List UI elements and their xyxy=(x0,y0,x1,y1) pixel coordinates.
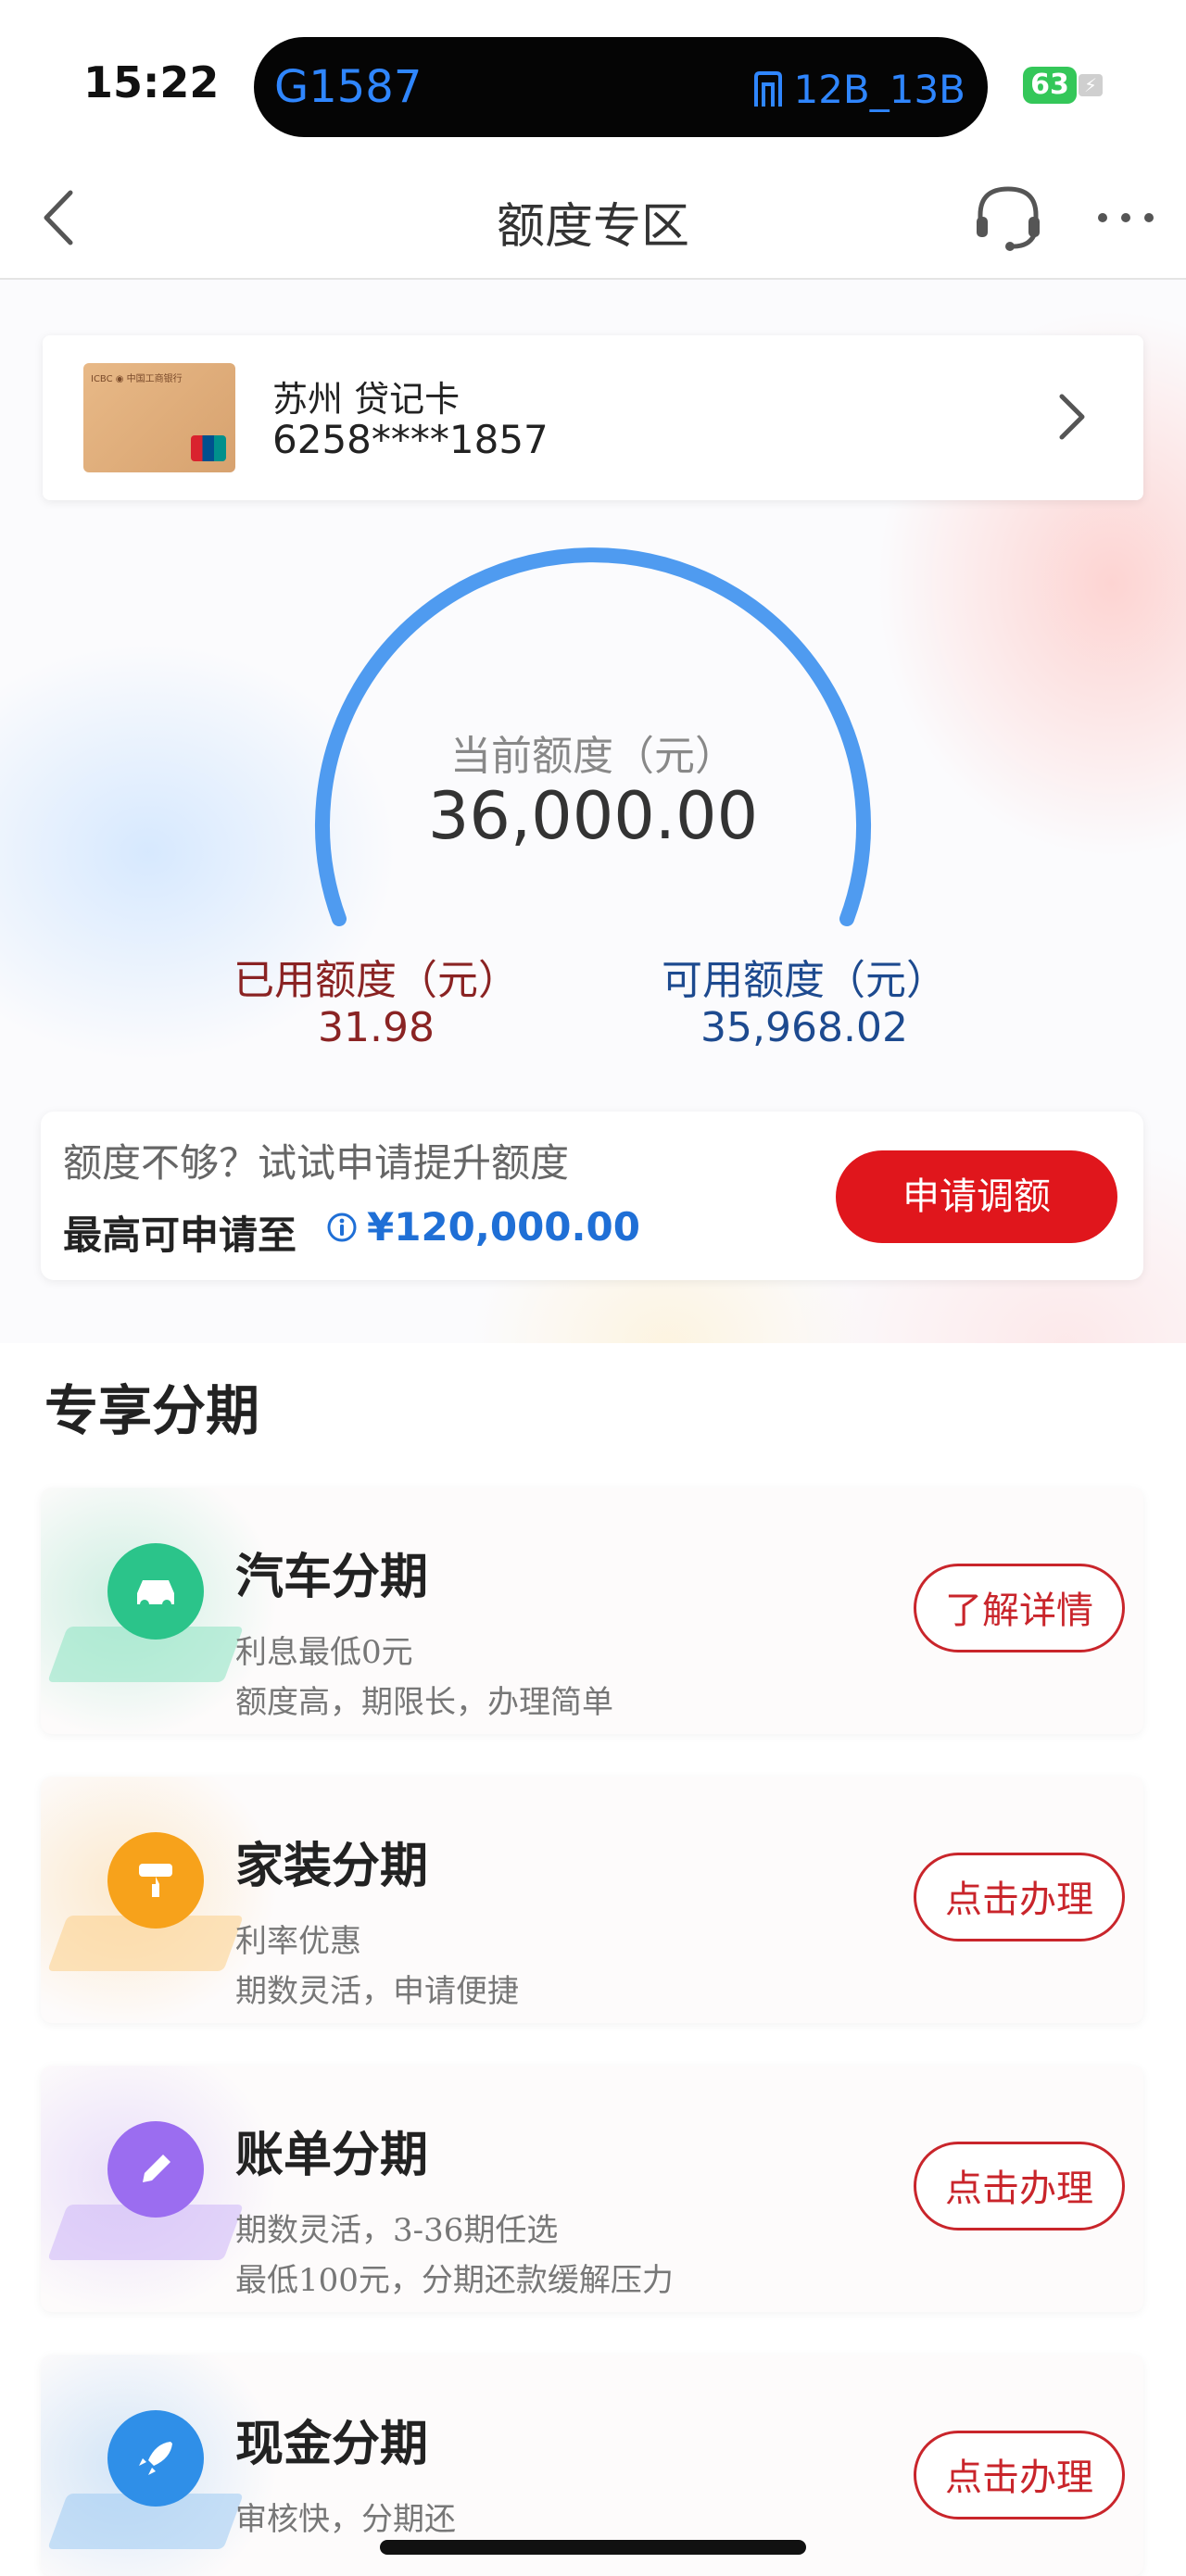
available-limit-label: 可用额度（元） xyxy=(662,957,947,1004)
installment-subtitle: 期数灵活，3-36期任选 xyxy=(235,2212,559,2249)
card-selector[interactable]: ICBC ◉ 中国工商银行 苏州 贷记卡 6258****1857 xyxy=(43,335,1143,500)
card-number: 6258****1857 xyxy=(272,417,549,462)
installment-title: 家装分期 xyxy=(235,1839,429,1894)
increase-hint: 额度不够？试试申请提升额度 xyxy=(63,1140,570,1186)
dynamic-island[interactable]: G1587 12B_13B xyxy=(254,37,988,137)
learn-more-button[interactable]: 了解详情 xyxy=(914,1564,1125,1652)
gate-text: 12B_13B xyxy=(793,67,965,112)
installment-description: 最低100元，分期还款缓解压力 xyxy=(235,2262,674,2299)
home-indicator[interactable] xyxy=(380,2540,806,2555)
card-name: 苏州 贷记卡 xyxy=(272,379,461,420)
section-title: 专享分期 xyxy=(44,1379,260,1442)
bank-logo: ICBC ◉ 中国工商银行 xyxy=(91,374,183,384)
installment-subtitle: 利率优惠 xyxy=(235,1923,361,1960)
installment-card-car[interactable]: 汽车分期 利息最低0元 额度高，期限长，办理简单 了解详情 xyxy=(41,1488,1143,1734)
rocket-icon xyxy=(107,2410,204,2507)
current-limit-label: 当前额度（元） xyxy=(450,733,736,780)
installment-title: 现金分期 xyxy=(235,2417,429,2472)
gate-icon xyxy=(754,70,783,107)
pencil-icon-badge xyxy=(47,2105,244,2290)
paint-roller-icon xyxy=(107,1832,204,1929)
installment-subtitle: 审核快，分期还 xyxy=(235,2501,456,2538)
info-icon[interactable] xyxy=(326,1212,358,1243)
apply-now-button[interactable]: 点击办理 xyxy=(914,2142,1125,2230)
pencil-icon xyxy=(107,2121,204,2218)
train-number: G1587 xyxy=(274,61,423,113)
gate-info: 12B_13B xyxy=(752,67,965,112)
installment-subtitle: 利息最低0元 xyxy=(235,1634,413,1671)
installment-card-bill[interactable]: 账单分期 期数灵活，3-36期任选 最低100元，分期还款缓解压力 点击办理 xyxy=(41,2066,1143,2312)
more-dots-icon[interactable] xyxy=(1093,204,1158,232)
rocket-icon-badge xyxy=(47,2394,244,2576)
car-icon-badge xyxy=(47,1527,244,1712)
installment-description: 期数灵活，申请便捷 xyxy=(235,1973,519,2010)
status-bar: 15:22 G1587 12B_13B 63 ⚡ xyxy=(0,0,1186,157)
nav-bar: 额度专区 xyxy=(0,157,1186,280)
limit-increase-panel: 额度不够？试试申请提升额度 最高可申请至 ¥120,000.00 申请调额 xyxy=(41,1112,1143,1280)
max-limit-value: ¥120,000.00 xyxy=(367,1204,640,1250)
max-limit-label: 最高可申请至 xyxy=(63,1213,297,1258)
unionpay-logo xyxy=(191,435,226,461)
installment-description: 额度高，期限长，办理简单 xyxy=(235,1684,613,1721)
customer-service-headset-icon[interactable] xyxy=(971,180,1045,254)
chevron-right-icon[interactable] xyxy=(1053,389,1090,445)
used-limit-label: 已用额度（元） xyxy=(233,957,519,1004)
installment-title: 汽车分期 xyxy=(235,1550,429,1605)
apply-now-button[interactable]: 点击办理 xyxy=(914,2431,1125,2519)
installment-card-home[interactable]: 家装分期 利率优惠 期数灵活，申请便捷 点击办理 xyxy=(41,1777,1143,2023)
available-limit-value: 35,968.02 xyxy=(700,1004,908,1051)
used-limit-value: 31.98 xyxy=(318,1004,435,1051)
charging-bolt-icon: ⚡ xyxy=(1079,74,1103,96)
card-image: ICBC ◉ 中国工商银行 xyxy=(83,363,235,472)
apply-now-button[interactable]: 点击办理 xyxy=(914,1853,1125,1941)
battery-level: 63 xyxy=(1023,67,1077,104)
current-limit-value: 36,000.00 xyxy=(427,778,759,854)
installment-title: 账单分期 xyxy=(235,2128,429,2183)
apply-increase-button[interactable]: 申请调额 xyxy=(836,1150,1117,1243)
paint-roller-icon-badge xyxy=(47,1816,244,2001)
status-time: 15:22 xyxy=(83,57,220,107)
car-icon xyxy=(107,1543,204,1640)
